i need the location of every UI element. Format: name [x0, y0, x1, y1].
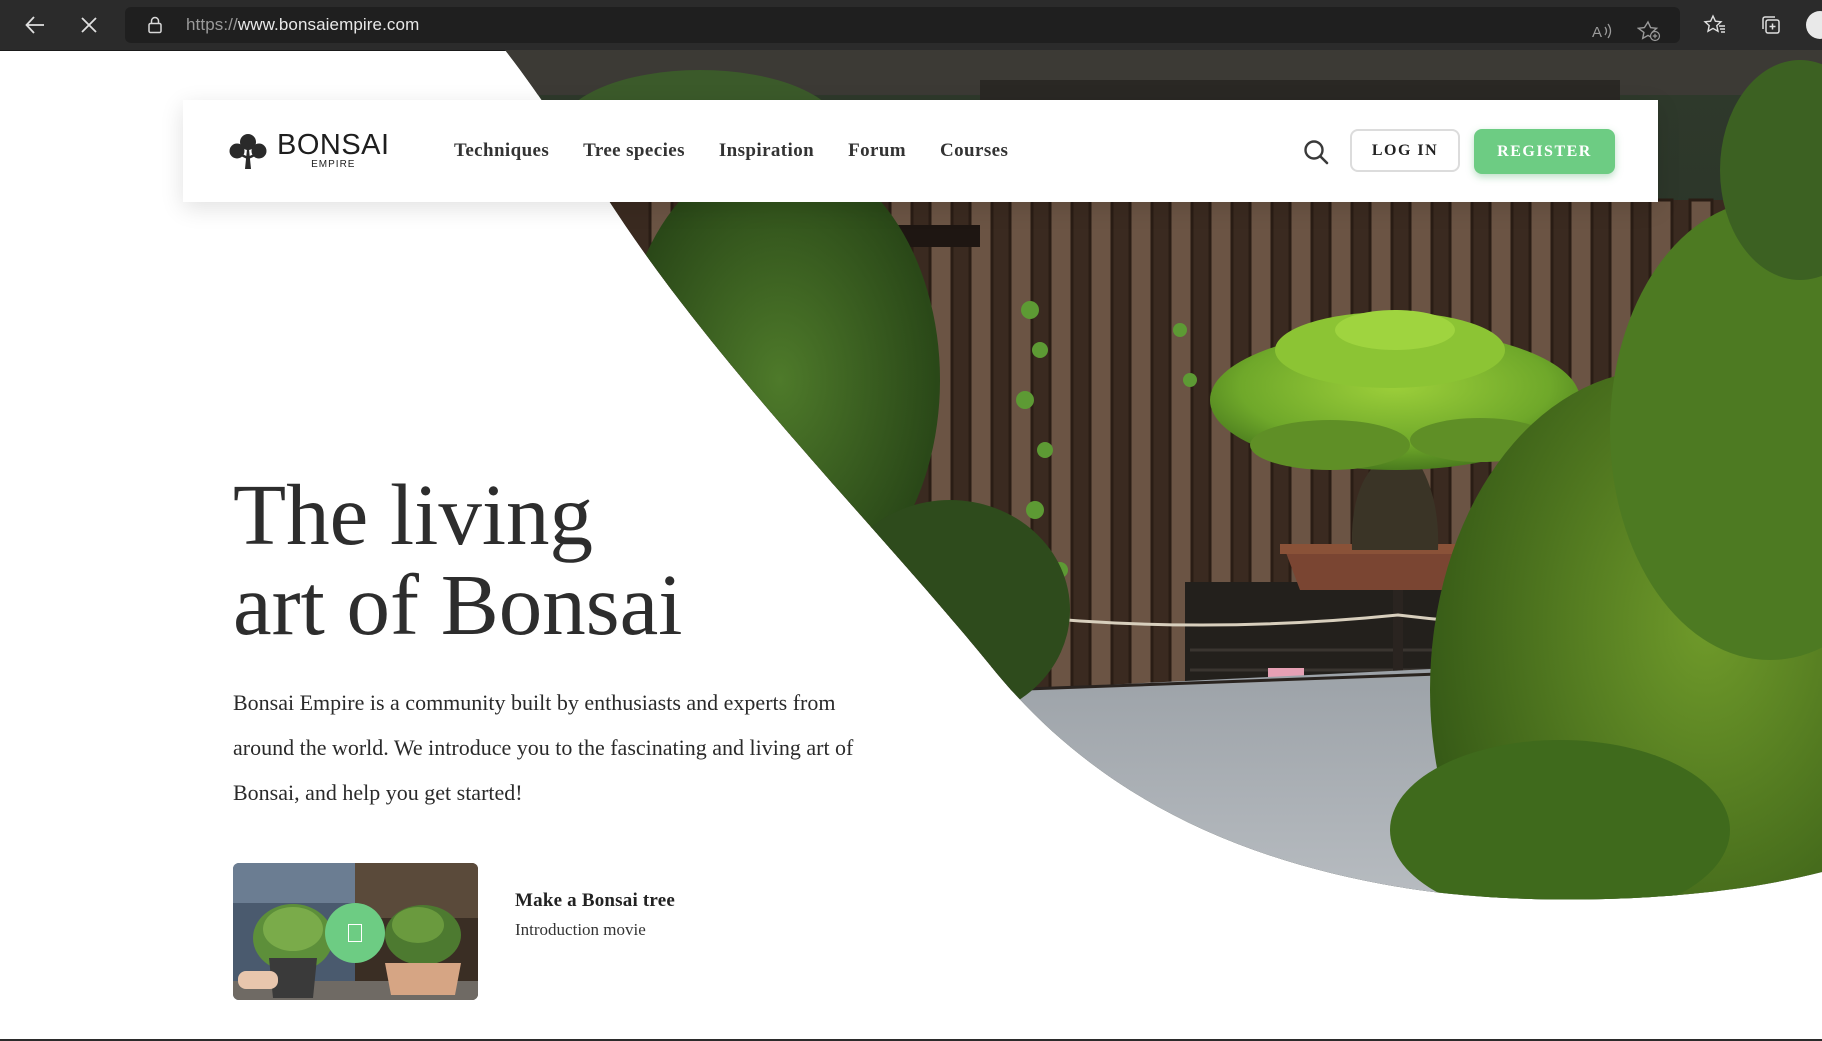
stop-loading-icon[interactable] — [72, 8, 106, 42]
favorites-icon[interactable] — [1700, 10, 1730, 40]
hero-title-line-1: The living — [233, 466, 594, 563]
svg-text:A: A — [1592, 24, 1602, 41]
read-aloud-icon[interactable]: A — [1589, 17, 1615, 45]
profile-avatar[interactable] — [1806, 11, 1822, 39]
lock-icon[interactable] — [147, 16, 163, 39]
logo-wordmark: BONSAI — [277, 129, 390, 161]
add-favorite-icon[interactable] — [1636, 17, 1662, 45]
video-subtitle: Introduction movie — [515, 920, 646, 939]
play-video-button[interactable] — [325, 903, 385, 963]
site-logo[interactable]: BONSAI EMPIRE — [228, 130, 390, 172]
hero-title-line-2: art of Bonsai — [233, 556, 683, 653]
hero-description: Bonsai Empire is a community built by en… — [233, 690, 854, 805]
login-button[interactable]: LOG IN — [1350, 129, 1460, 172]
browser-toolbar: https://www.bonsaiempire.com A — [0, 0, 1822, 51]
register-button[interactable]: REGISTER — [1474, 129, 1615, 174]
collections-icon[interactable] — [1756, 10, 1786, 40]
play-icon — [348, 924, 362, 942]
nav-forum[interactable]: Forum — [848, 140, 906, 162]
nav-inspiration[interactable]: Inspiration — [719, 140, 814, 162]
nav-courses[interactable]: Courses — [940, 140, 1008, 162]
logo-subtext: EMPIRE — [311, 159, 356, 170]
hero-title: The living art of Bonsai — [233, 470, 933, 650]
nav-techniques[interactable]: Techniques — [454, 140, 549, 162]
search-icon[interactable] — [1302, 138, 1330, 166]
url-text: https://www.bonsaiempire.com — [186, 15, 420, 34]
address-bar[interactable]: https://www.bonsaiempire.com A — [125, 7, 1680, 43]
nav-tree-species[interactable]: Tree species — [583, 140, 685, 162]
back-arrow-icon[interactable] — [18, 8, 52, 42]
site-header: BONSAI EMPIRE Techniques Tree species In… — [183, 100, 1658, 202]
main-nav: Techniques Tree species Inspiration Foru… — [454, 100, 1042, 202]
video-thumbnail[interactable] — [233, 863, 478, 1000]
bonsai-logo-icon — [229, 134, 267, 169]
video-title[interactable]: Make a Bonsai tree — [515, 890, 675, 912]
